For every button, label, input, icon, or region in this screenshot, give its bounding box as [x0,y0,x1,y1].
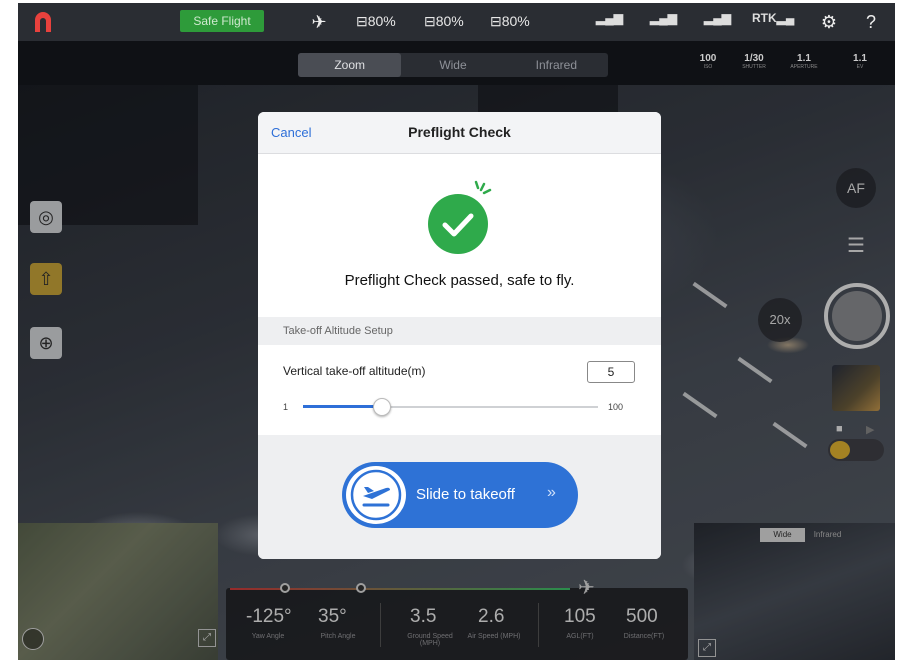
rtk-signal: RTK▂▄ [752,11,794,25]
camera-control-bar: Zoom Wide Infrared 100 ISO 1/30 SHUTTER … [18,41,895,85]
preflight-check-dialog: Cancel Preflight Check Preflight Check p… [258,112,661,559]
settings-gear-icon[interactable]: ⚙ [818,11,840,33]
gimbal-battery-level: 80% [501,13,530,29]
rtk-label: RTK [752,11,777,25]
altitude-slider-fill [303,405,382,408]
aircraft-icon: ✈ [311,12,327,32]
ev-readout[interactable]: 1.1 EV [838,53,882,70]
flight-app-screen: Safe Flight ✈ ⊟80% ⊟80% ⊟80% ▂▄▆ ▂▄▆ ▂▄▆… [18,3,895,660]
aperture-label: APERTURE [790,64,818,70]
altitude-slider-thumb[interactable] [372,398,391,416]
tab-wide[interactable]: Wide [401,53,504,77]
help-icon[interactable]: ? [860,11,882,33]
dialog-title: Preflight Check [408,124,511,140]
rc-signal-icon: ▂▄▆ [596,11,623,25]
status-bar: Safe Flight ✈ ⊟80% ⊟80% ⊟80% ▂▄▆ ▂▄▆ ▂▄▆… [18,3,895,41]
aperture-readout[interactable]: 1.1 APERTURE [782,53,826,70]
shutter-readout[interactable]: 1/30 SHUTTER [732,53,776,70]
altitude-input[interactable] [587,361,635,383]
remote-battery: ⊟80% [356,13,396,30]
slider-max-label: 100 [608,402,624,412]
slider-min-label: 1 [283,402,289,412]
aircraft-battery-level: 80% [435,13,464,29]
tab-infrared[interactable]: Infrared [505,53,608,77]
lens-tabs: Zoom Wide Infrared [298,53,608,77]
gimbal-battery: ⊟80% [490,13,530,30]
iso-value: 100 [699,53,717,64]
takeoff-label: Slide to takeoff [416,486,515,503]
image-signal-icon: ▂▄▆ [650,11,677,25]
ev-value: 1.1 [853,53,867,64]
takeoff-plane-icon [350,469,402,521]
remote-battery-level: 80% [367,13,396,29]
section-label: Take-off Altitude Setup [283,325,393,337]
chevron-right-icon: » [547,484,556,501]
sparkle-icon [474,180,492,195]
aircraft-battery-icon: ⊟ [424,13,436,29]
iso-label: ISO [703,64,713,70]
status-message: Preflight Check passed, safe to fly. [344,272,575,289]
tab-zoom[interactable]: Zoom [298,53,402,77]
flight-status-badge: Safe Flight [180,10,264,32]
remote-battery-icon: ⊟ [356,13,368,29]
altitude-label: Vertical take-off altitude(m) [283,364,426,378]
rtk-signal-icon: ▂▄ [776,11,795,25]
aircraft-battery: ⊟80% [424,13,464,30]
gps-signal-icon: ▂▄▆ [704,11,731,25]
shutter-value: 1/30 [744,53,764,64]
takeoff-slider-knob[interactable] [346,466,406,524]
brand-logo [35,12,51,32]
altitude-setting-row [258,345,661,435]
shutter-label: SHUTTER [742,64,766,70]
iso-readout[interactable]: 100 ISO [686,53,730,70]
aperture-value: 1.1 [797,53,811,64]
ev-label: EV [856,64,864,70]
gimbal-battery-icon: ⊟ [490,13,502,29]
